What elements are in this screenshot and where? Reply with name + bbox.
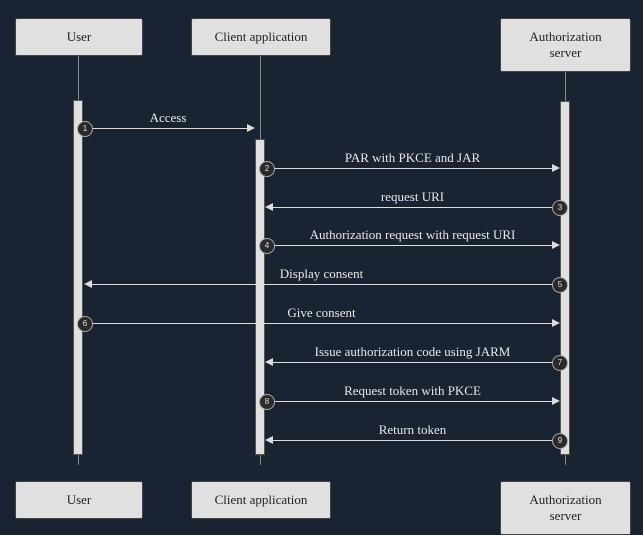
arrow-6 — [84, 323, 552, 324]
participant-user-top: User — [15, 18, 143, 56]
arrow-3 — [273, 207, 559, 208]
arrow-9 — [273, 440, 559, 441]
seq-num-5: 5 — [552, 277, 568, 293]
participant-label: User — [67, 492, 92, 507]
arrow-head-9 — [265, 436, 273, 444]
msg-label-3: request URI — [266, 189, 559, 205]
arrow-head-4 — [552, 241, 560, 249]
seq-num-9: 9 — [552, 433, 568, 449]
participant-client-bottom: Client application — [191, 481, 331, 519]
arrow-head-3 — [265, 203, 273, 211]
seq-num-8: 8 — [259, 394, 275, 410]
participant-client-top: Client application — [191, 18, 331, 56]
seq-num-4: 4 — [259, 238, 275, 254]
arrow-head-6 — [552, 319, 560, 327]
msg-label-4: Authorization request with request URI — [266, 227, 559, 243]
msg-label-7: Issue authorization code using JARM — [266, 344, 559, 360]
arrow-head-5 — [84, 280, 92, 288]
msg-label-6: Give consent — [84, 305, 559, 321]
msg-label-2: PAR with PKCE and JAR — [266, 150, 559, 166]
participant-auth-bottom: Authorization server — [500, 481, 631, 535]
seq-num-3: 3 — [552, 200, 568, 216]
msg-label-8: Request token with PKCE — [266, 383, 559, 399]
arrow-7 — [273, 362, 559, 363]
arrow-4 — [266, 245, 552, 246]
participant-user-bottom: User — [15, 481, 143, 519]
arrow-head-2 — [552, 164, 560, 172]
seq-num-6: 6 — [77, 316, 93, 332]
msg-label-1: Access — [84, 110, 252, 126]
participant-auth-top: Authorization server — [500, 18, 631, 72]
arrow-1 — [84, 128, 247, 129]
participant-label: User — [67, 29, 92, 44]
activation-user — [73, 100, 83, 455]
arrow-head-7 — [265, 358, 273, 366]
participant-label: Authorization server — [529, 29, 601, 60]
arrow-5 — [92, 284, 559, 285]
msg-label-9: Return token — [266, 422, 559, 438]
arrow-2 — [266, 168, 552, 169]
seq-num-1: 1 — [77, 121, 93, 137]
seq-num-2: 2 — [259, 161, 275, 177]
msg-label-5: Display consent — [84, 266, 559, 282]
participant-label: Client application — [215, 492, 308, 507]
participant-label: Authorization server — [529, 492, 601, 523]
arrow-head-8 — [552, 397, 560, 405]
arrow-8 — [266, 401, 552, 402]
participant-label: Client application — [215, 29, 308, 44]
arrow-head-1 — [247, 124, 255, 132]
seq-num-7: 7 — [552, 355, 568, 371]
